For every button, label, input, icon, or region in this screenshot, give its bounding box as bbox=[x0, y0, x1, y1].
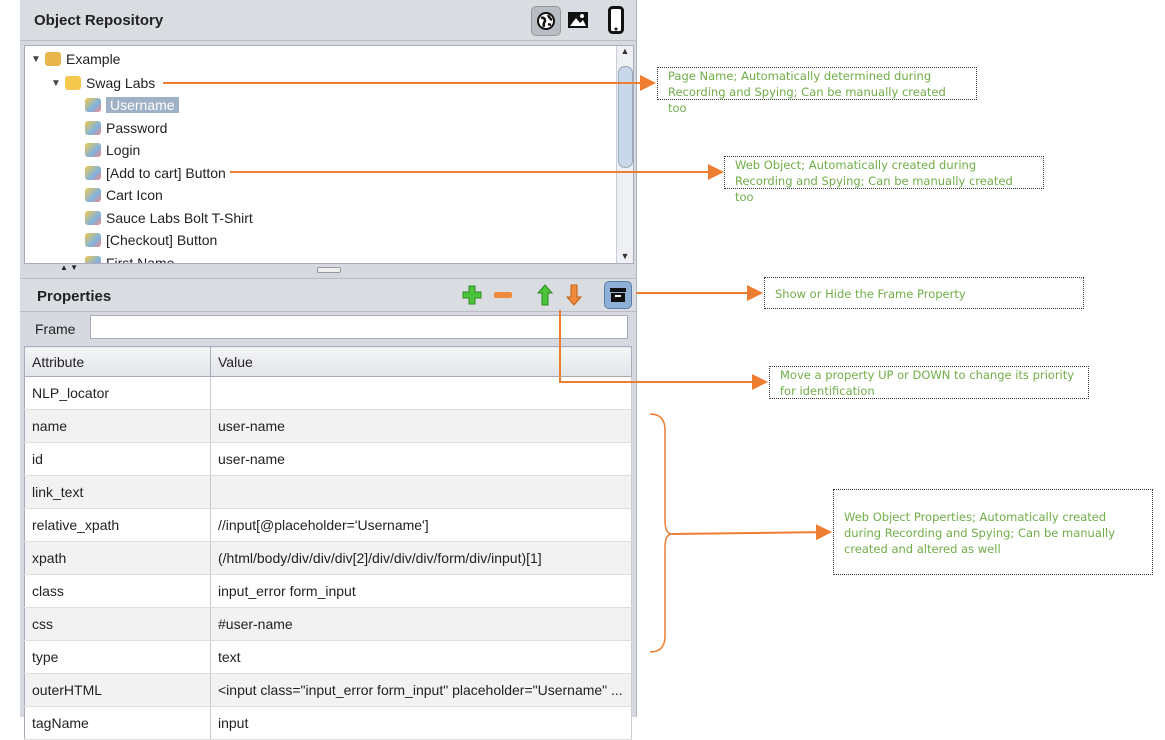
node-label: [Add to cart] Button bbox=[106, 164, 226, 181]
attribute-cell[interactable]: type bbox=[24, 640, 211, 674]
arrow-props bbox=[671, 524, 832, 541]
move-up-icon[interactable] bbox=[535, 283, 555, 307]
properties-brace bbox=[649, 413, 673, 653]
tree-node-object[interactable]: Cart Icon bbox=[85, 185, 163, 205]
value-cell[interactable] bbox=[210, 376, 632, 410]
table-row[interactable]: tagName input bbox=[24, 706, 632, 740]
object-repository-panel: Object Repository ▼ Example ▼ Swag Labs Us… bbox=[20, 0, 637, 740]
expand-icon[interactable]: ▼ bbox=[51, 78, 65, 89]
attribute-cell[interactable]: id bbox=[24, 442, 211, 476]
collapse-arrows-icon[interactable]: ▲ ▼ bbox=[60, 263, 78, 272]
tree-node-page[interactable]: ▼ Swag Labs bbox=[51, 73, 155, 93]
value-cell[interactable]: #user-name bbox=[210, 607, 632, 641]
node-label: Cart Icon bbox=[106, 187, 163, 203]
frame-input[interactable] bbox=[90, 315, 628, 339]
page-scroll-icon bbox=[65, 76, 81, 90]
web-object-icon bbox=[85, 210, 101, 225]
splitter-handle[interactable] bbox=[317, 267, 341, 273]
panel-title: Object Repository bbox=[34, 12, 164, 29]
annotation-page-name: Page Name; Automatically determined duri… bbox=[657, 67, 977, 115]
web-object-icon bbox=[85, 233, 101, 247]
table-row[interactable]: link_text bbox=[24, 475, 632, 509]
remove-icon[interactable] bbox=[492, 284, 514, 306]
attribute-cell[interactable]: name bbox=[24, 409, 211, 443]
tree-node-object[interactable]: Sauce Labs Bolt T-Shirt bbox=[85, 208, 253, 228]
table-row[interactable]: relative_xpath//input[@placeholder='User… bbox=[24, 508, 632, 542]
tree-node-object[interactable]: [Add to cart] Button bbox=[85, 163, 226, 183]
mobile-icon[interactable] bbox=[605, 5, 627, 35]
value-cell[interactable]: (/html/body/div/div/div[2]/div/div/div/f… bbox=[210, 541, 632, 575]
web-object-icon bbox=[85, 120, 101, 135]
folder-icon bbox=[45, 52, 61, 66]
value-cell[interactable]: input bbox=[210, 706, 632, 740]
frame-row: Frame bbox=[20, 313, 636, 343]
frame-label: Frame bbox=[35, 321, 76, 337]
value-cell[interactable]: //input[@placeholder='Username'] bbox=[210, 508, 632, 542]
attribute-cell[interactable]: tagName bbox=[24, 706, 211, 740]
splitter[interactable]: ▲ ▼ bbox=[20, 262, 636, 276]
node-label: Username bbox=[106, 97, 179, 113]
annotation-move: Move a property UP or DOWN to change its… bbox=[769, 366, 1089, 399]
table-row[interactable]: class input_error form_input bbox=[24, 574, 632, 608]
attribute-cell[interactable]: relative_xpath bbox=[24, 508, 211, 542]
node-label: Login bbox=[106, 142, 141, 158]
node-label: Example bbox=[66, 51, 121, 67]
attribute-cell[interactable]: outerHTML bbox=[24, 673, 211, 707]
tree-node-object[interactable]: Password bbox=[85, 118, 167, 138]
annotation-properties: Web Object Properties; Automatically cre… bbox=[833, 489, 1153, 575]
column-header-attribute[interactable]: Attribute bbox=[24, 346, 211, 377]
repository-header: Object Repository bbox=[20, 0, 636, 41]
tree-node-object[interactable]: [Checkout] Button bbox=[85, 230, 217, 250]
attribute-cell[interactable]: css bbox=[24, 607, 211, 641]
node-label: Sauce Labs Bolt T-Shirt bbox=[106, 209, 253, 226]
table-row[interactable]: css #user-name bbox=[24, 607, 632, 641]
node-label: [Checkout] Button bbox=[106, 232, 218, 248]
value-cell[interactable]: text bbox=[210, 640, 632, 674]
scroll-thumb[interactable] bbox=[618, 66, 633, 168]
attribute-cell[interactable]: class bbox=[24, 574, 211, 608]
repository-tree[interactable]: ▼ Example ▼ Swag Labs Username Password Logi… bbox=[24, 45, 634, 264]
image-icon[interactable] bbox=[566, 9, 590, 31]
tree-node-object[interactable]: Username bbox=[85, 95, 179, 115]
annotation-frame-toggle: Show or Hide the Frame Property bbox=[764, 277, 1084, 309]
expand-icon[interactable]: ▼ bbox=[31, 54, 45, 65]
web-object-icon bbox=[85, 188, 101, 202]
tree-scrollbar[interactable]: ▲ ▼ bbox=[616, 46, 633, 263]
web-object-icon bbox=[85, 165, 101, 180]
web-object-icon bbox=[85, 143, 101, 157]
column-header-value[interactable]: Value bbox=[210, 346, 632, 377]
globe-icon[interactable] bbox=[531, 6, 561, 36]
add-icon[interactable] bbox=[461, 284, 483, 306]
value-cell[interactable]: <input class="input_error form_input" pl… bbox=[210, 673, 632, 707]
value-cell[interactable]: user-name bbox=[210, 442, 632, 476]
table-row[interactable]: id user-name bbox=[24, 442, 632, 476]
table-row[interactable]: type text bbox=[24, 640, 632, 674]
node-label: Swag Labs bbox=[86, 75, 156, 91]
annotation-web-object: Web Object; Automatically created during… bbox=[724, 156, 1044, 204]
properties-table: Attribute Value NLP_locator name user-name i… bbox=[24, 346, 632, 740]
table-row[interactable]: outerHTML <input class="input_error form_… bbox=[24, 673, 632, 707]
frame-toggle-icon[interactable] bbox=[604, 281, 632, 309]
attribute-cell[interactable]: NLP_locator bbox=[24, 376, 211, 410]
value-cell[interactable]: user-name bbox=[210, 409, 632, 443]
properties-title: Properties bbox=[37, 288, 112, 305]
attribute-cell[interactable]: link_text bbox=[24, 475, 211, 509]
value-cell[interactable] bbox=[210, 475, 632, 509]
attribute-cell[interactable]: xpath bbox=[24, 541, 211, 575]
properties-header: Properties bbox=[20, 278, 636, 312]
table-row[interactable]: xpath (/html/body/div/div/div[2]/div/div/… bbox=[24, 541, 632, 575]
node-label: Password bbox=[106, 119, 168, 136]
tree-node-root[interactable]: ▼ Example bbox=[31, 49, 120, 69]
web-object-icon bbox=[85, 98, 101, 112]
table-row[interactable]: name user-name bbox=[24, 409, 632, 443]
value-cell[interactable]: input_error form_input bbox=[210, 574, 632, 608]
table-row[interactable]: NLP_locator bbox=[24, 376, 632, 410]
tree-node-object[interactable]: Login bbox=[85, 140, 140, 160]
move-down-icon[interactable] bbox=[564, 283, 584, 307]
